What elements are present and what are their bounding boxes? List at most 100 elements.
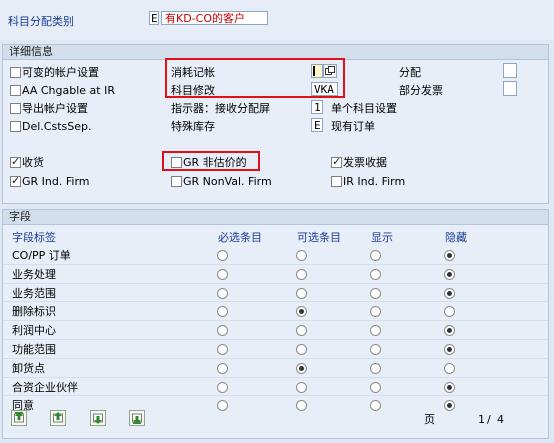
aa-changeable-at-ir-checkbox[interactable] [10, 85, 21, 96]
category-label: 科目分配类别 [8, 15, 74, 28]
last-page-button[interactable] [129, 410, 145, 426]
invoice-receipt-checkbox[interactable] [331, 155, 342, 168]
derive-acct-assignment-checkbox[interactable] [10, 103, 21, 114]
page-total: 4 [497, 413, 504, 426]
first-page-icon [14, 412, 24, 423]
variable-acct-assignment-checkbox[interactable] [10, 67, 21, 78]
row-divider [3, 377, 548, 378]
radio-required[interactable] [217, 288, 228, 299]
radio-display[interactable] [370, 325, 381, 336]
special-stock-label: 特殊库存 [171, 120, 215, 133]
goods-receipt-checkbox[interactable] [10, 155, 21, 168]
radio-optional[interactable] [296, 306, 307, 317]
row-divider [3, 320, 548, 321]
gr-ind-firm-checkbox[interactable] [10, 174, 21, 187]
field-row-label: 利润中心 [12, 324, 56, 337]
first-page-button[interactable] [11, 410, 27, 426]
radio-optional[interactable] [296, 382, 307, 393]
row-divider [3, 283, 548, 284]
page-current: 1 [478, 413, 485, 426]
partial-invoice-label: 部分发票 [399, 84, 443, 97]
radio-display[interactable] [370, 400, 381, 411]
radio-suppress[interactable] [444, 400, 455, 411]
radio-optional[interactable] [296, 250, 307, 261]
ir-ind-firm-label: IR Ind. Firm [343, 175, 406, 188]
gr-ind-firm-label: GR Ind. Firm [22, 175, 90, 188]
column-header-required[interactable]: 必选条目 [218, 231, 262, 244]
row-divider [3, 339, 548, 340]
radio-display[interactable] [370, 382, 381, 393]
radio-suppress[interactable] [444, 363, 455, 374]
del-costs-sep-label: Del.CstsSep. [22, 120, 92, 133]
column-header-display[interactable]: 显示 [371, 231, 393, 244]
aa-changeable-at-ir-label: AA Chgable at IR [22, 84, 115, 97]
radio-required[interactable] [217, 363, 228, 374]
radio-display[interactable] [370, 363, 381, 374]
category-code-field[interactable]: E [149, 11, 159, 25]
variable-acct-assignment-label: 可变的帐户设置 [22, 66, 99, 79]
radio-optional[interactable] [296, 344, 307, 355]
radio-suppress[interactable] [444, 344, 455, 355]
header-bar [0, 0, 554, 40]
goods-receipt-label: 收货 [22, 156, 44, 169]
distribution-label: 分配 [399, 66, 421, 79]
previous-page-button[interactable] [50, 410, 66, 426]
page-label: 页 [424, 413, 435, 426]
field-row-label: 功能范围 [12, 343, 56, 356]
radio-optional[interactable] [296, 269, 307, 280]
column-header-suppress[interactable]: 隐藏 [445, 231, 467, 244]
radio-display[interactable] [370, 344, 381, 355]
radio-optional[interactable] [296, 363, 307, 374]
radio-required[interactable] [217, 306, 228, 317]
radio-suppress[interactable] [444, 306, 455, 317]
radio-suppress[interactable] [444, 269, 455, 280]
row-divider [3, 301, 548, 302]
highlight-box-consumption [165, 58, 345, 98]
next-page-button[interactable] [90, 410, 106, 426]
radio-required[interactable] [217, 344, 228, 355]
indicator-field[interactable]: 1 [311, 100, 323, 114]
next-page-icon [93, 413, 103, 424]
radio-required[interactable] [217, 400, 228, 411]
field-row-label: 合资企业伙伴 [12, 381, 78, 394]
radio-suppress[interactable] [444, 288, 455, 299]
invoice-receipt-label: 发票收据 [343, 156, 387, 169]
radio-required[interactable] [217, 269, 228, 280]
row-divider [3, 395, 548, 396]
field-row-label: CO/PP 订单 [12, 249, 71, 262]
indicator-description: 单个科目设置 [331, 102, 397, 115]
category-value-field: 有KD-CO的客户 [161, 11, 268, 25]
row-divider [3, 264, 548, 265]
fields-group-title: 字段 [3, 210, 548, 225]
last-page-icon [132, 413, 142, 424]
radio-required[interactable] [217, 382, 228, 393]
derive-acct-assignment-label: 导出帐户设置 [22, 102, 88, 115]
radio-display[interactable] [370, 288, 381, 299]
indicator-label: 指示器：接收分配屏 [171, 102, 270, 115]
row-divider [3, 358, 548, 359]
gr-nonval-firm-label: GR NonVal. Firm [183, 175, 272, 188]
radio-optional[interactable] [296, 325, 307, 336]
radio-display[interactable] [370, 269, 381, 280]
previous-page-icon [53, 412, 63, 423]
partial-invoice-field[interactable] [503, 81, 517, 96]
column-header-field-label: 字段标签 [12, 231, 56, 244]
special-stock-field[interactable]: E [311, 118, 323, 132]
radio-display[interactable] [370, 250, 381, 261]
radio-suppress[interactable] [444, 382, 455, 393]
distribution-field[interactable] [503, 63, 517, 78]
radio-suppress[interactable] [444, 325, 455, 336]
field-row-label: 业务范围 [12, 287, 56, 300]
del-costs-sep-checkbox[interactable] [10, 121, 21, 132]
field-row-label: 删除标识 [12, 305, 56, 318]
ir-ind-firm-checkbox[interactable] [331, 176, 342, 187]
gr-nonval-firm-checkbox[interactable] [171, 176, 182, 187]
radio-suppress[interactable] [444, 250, 455, 261]
column-header-optional[interactable]: 可选条目 [297, 231, 341, 244]
page-separator: / [487, 413, 491, 426]
radio-optional[interactable] [296, 400, 307, 411]
radio-display[interactable] [370, 306, 381, 317]
radio-optional[interactable] [296, 288, 307, 299]
radio-required[interactable] [217, 325, 228, 336]
radio-required[interactable] [217, 250, 228, 261]
